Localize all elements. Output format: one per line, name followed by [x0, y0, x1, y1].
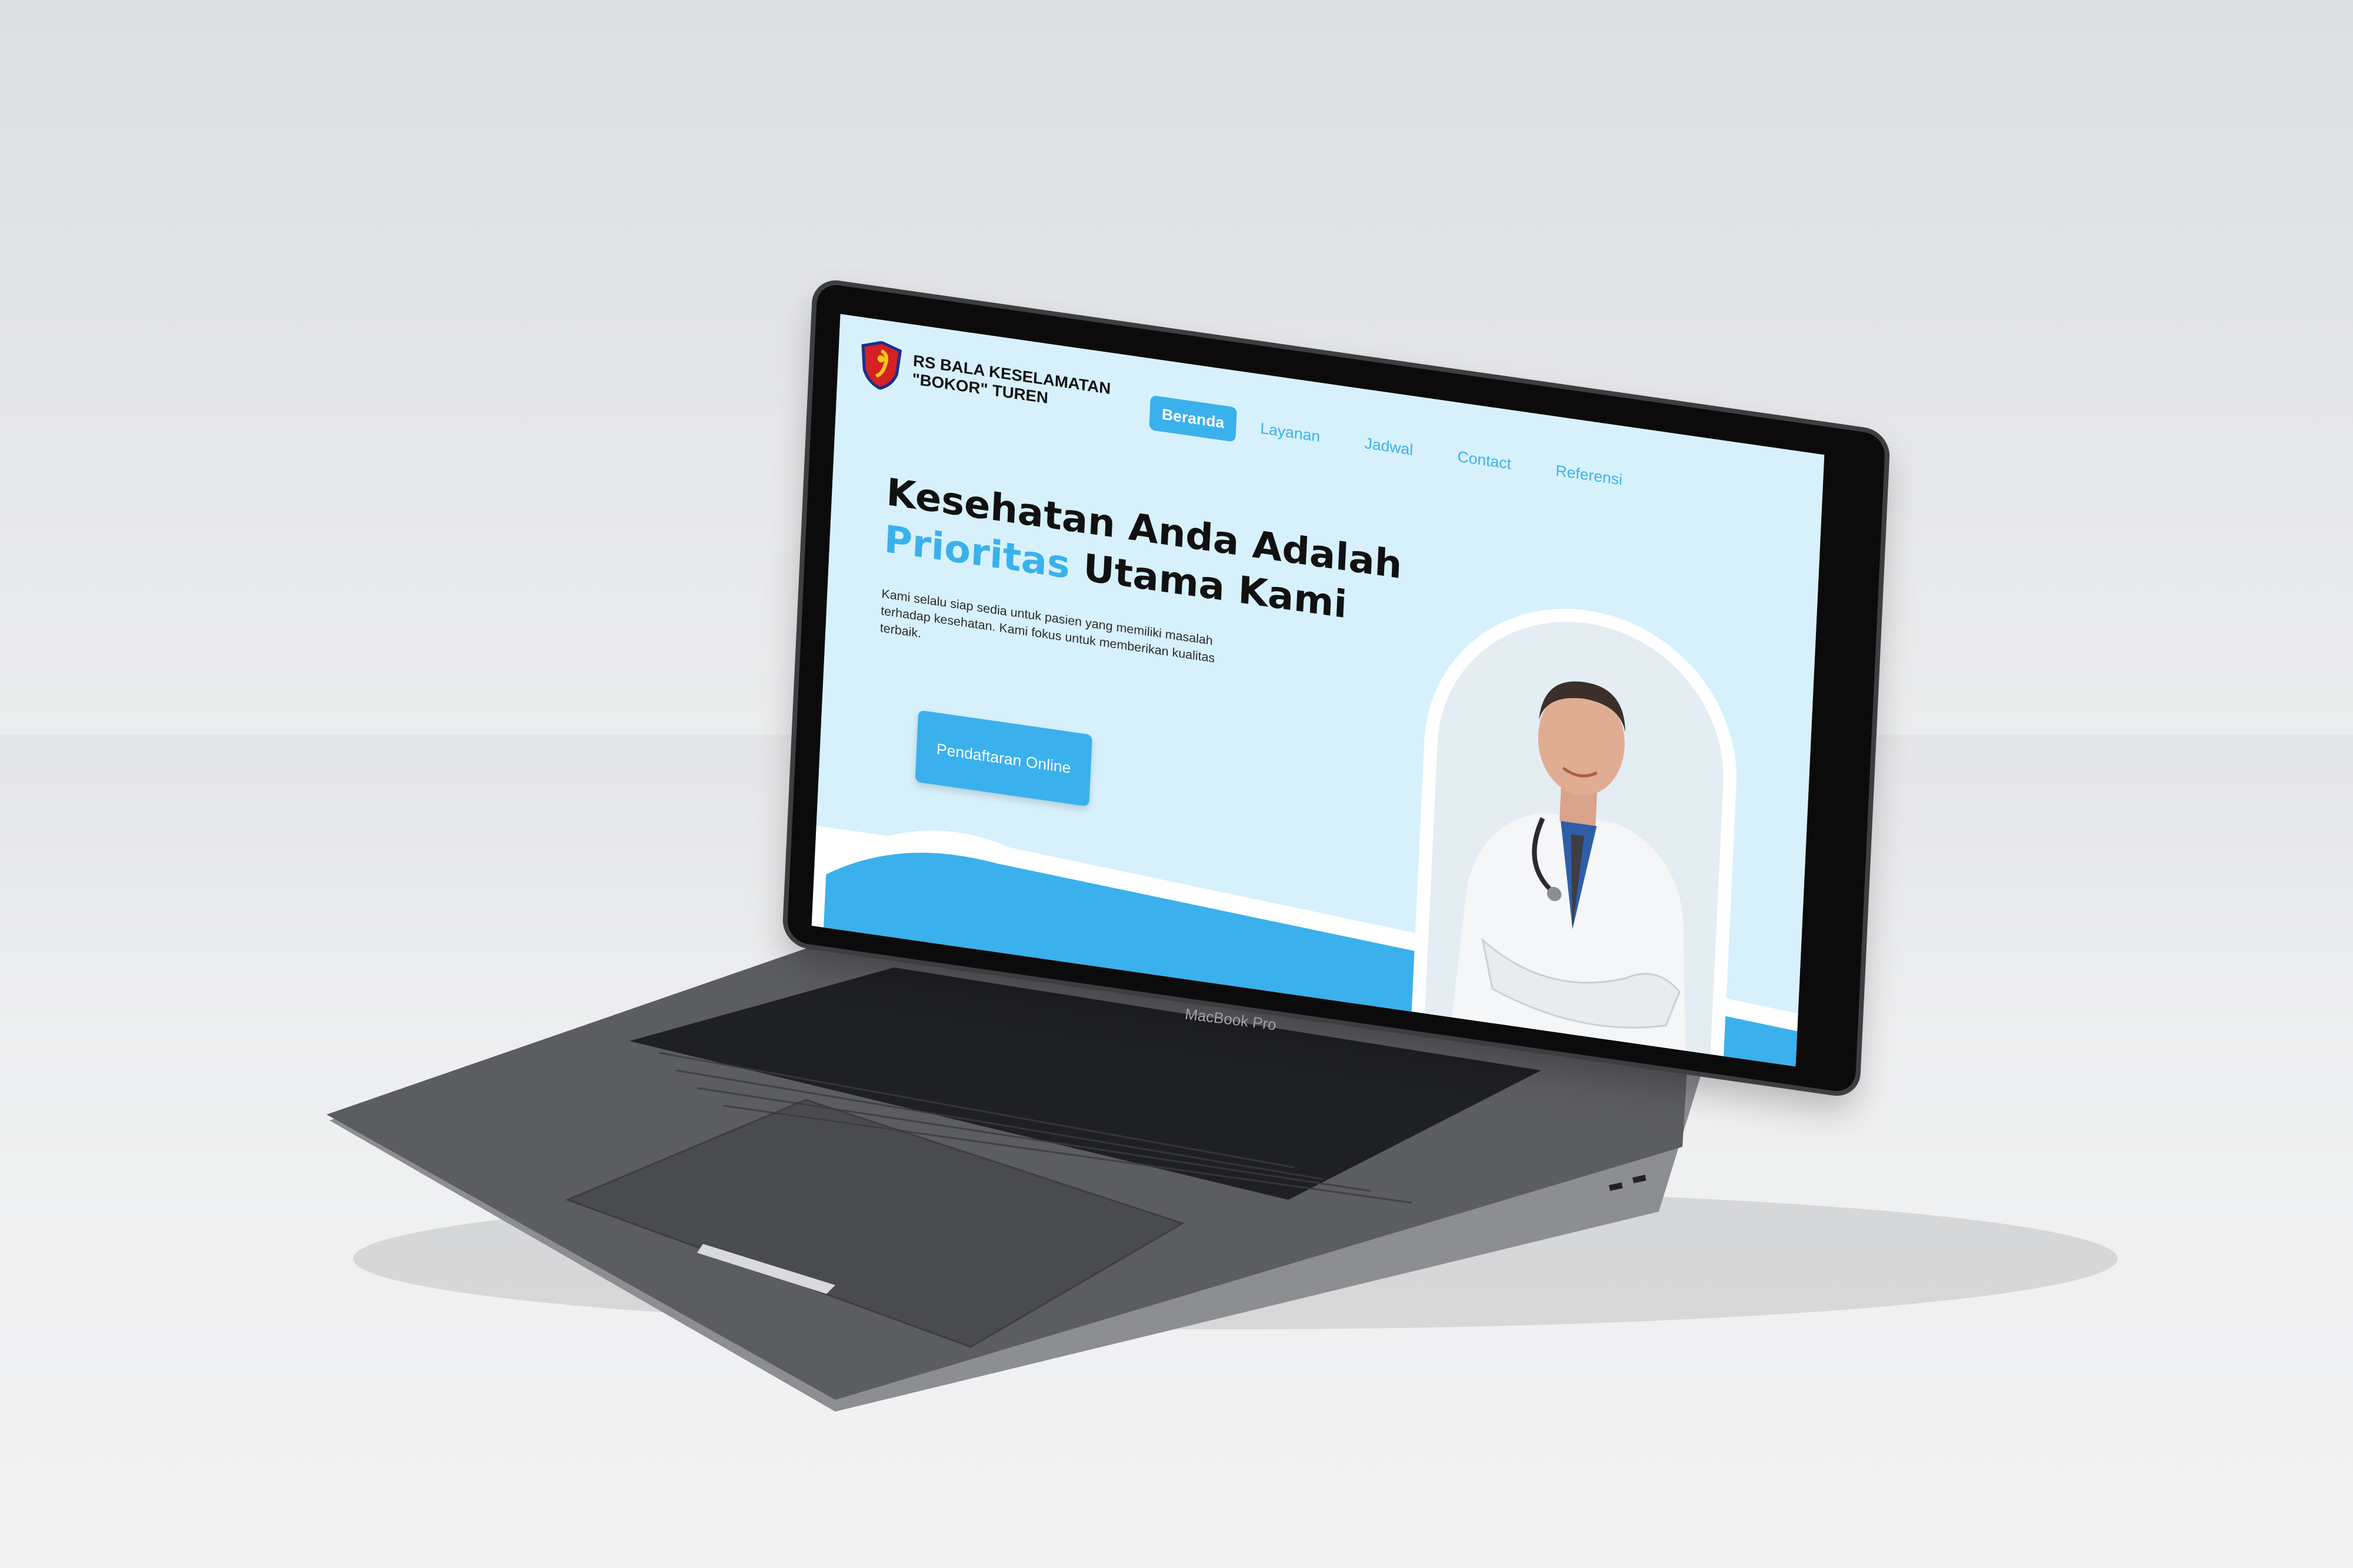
doctor-photo	[1422, 603, 1730, 1067]
nav-item-referensi[interactable]: Referensi	[1555, 462, 1623, 489]
nav-item-beranda[interactable]: Beranda	[1149, 395, 1237, 442]
brand-name: RS BALA KESELAMATAN "BOKOR" TUREN	[912, 352, 1111, 416]
nav-item-jadwal[interactable]: Jadwal	[1364, 434, 1414, 459]
nav-item-layanan[interactable]: Layanan	[1260, 419, 1321, 446]
hospital-shield-icon	[861, 341, 902, 390]
doctor-illustration	[1447, 681, 1687, 1067]
brand[interactable]: RS BALA KESELAMATAN "BOKOR" TUREN	[859, 338, 1112, 422]
register-online-button[interactable]: Pendaftaran Online	[915, 710, 1092, 807]
nav-item-contact[interactable]: Contact	[1457, 448, 1512, 473]
